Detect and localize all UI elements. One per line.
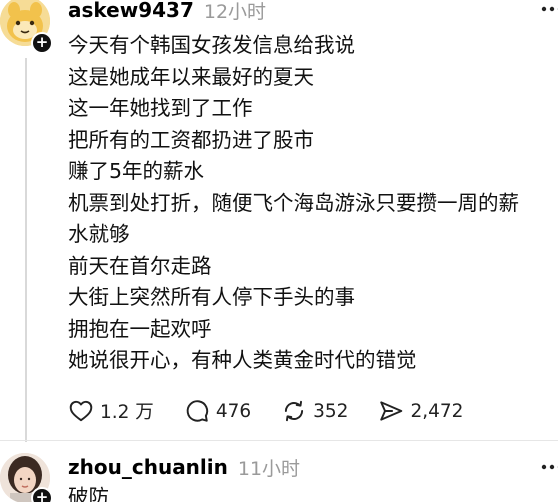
post-time: 11小时 <box>237 457 301 480</box>
share-count: 2,472 <box>410 400 464 422</box>
repost-count: 352 <box>313 400 349 422</box>
username[interactable]: zhou_chuanlin <box>68 455 228 479</box>
post-text-line: 水就够 <box>68 222 130 246</box>
username[interactable]: askew9437 <box>68 0 194 22</box>
post-text-line: 前天在首尔走路 <box>68 253 212 278</box>
post-text-line: 把所有的工资都扔进了股市 <box>68 127 314 152</box>
post-header: zhou_chuanlin 11小时 <box>68 454 300 480</box>
follow-plus-icon[interactable]: + <box>31 487 53 502</box>
reply-button[interactable]: 476 <box>184 398 251 424</box>
post-time: 12小时 <box>203 0 267 23</box>
post-text-line: 她说很开心，有种人类黄金时代的错觉 <box>68 348 417 372</box>
repost-button[interactable]: 352 <box>281 398 348 424</box>
send-arrow-icon <box>380 401 403 421</box>
post-header: askew9437 12小时 <box>68 0 266 23</box>
post-text-line: 这一年她找到了工作 <box>68 96 253 120</box>
like-count: 1.2 万 <box>100 402 154 423</box>
post-actions: 1.2 万 476 352 2,472 <box>68 396 493 426</box>
post-text-line: 今天有个韩国女孩发信息给我说 <box>68 33 355 57</box>
post-text-line: 机票到处打折，随便飞个海岛游泳只要攒一周的薪 <box>68 190 519 215</box>
post-text-line: 大街上突然所有人停下手头的事 <box>68 285 355 309</box>
post-text-line: 拥抱在一起欢呼 <box>68 316 212 341</box>
post-divider <box>0 440 558 441</box>
follow-plus-icon[interactable]: + <box>31 32 53 54</box>
share-button[interactable]: 2,472 <box>378 398 463 424</box>
post-text: 破防 <box>68 485 109 502</box>
comment-bubble-icon <box>186 400 208 422</box>
more-dots-icon[interactable] <box>540 4 558 14</box>
post-text-line: 赚了5年的薪水 <box>68 159 205 183</box>
reply-count: 476 <box>215 400 252 422</box>
more-dots-icon[interactable] <box>540 462 558 472</box>
repost-arrows-icon <box>285 400 304 422</box>
heart-icon <box>69 400 93 422</box>
like-button[interactable]: 1.2 万 <box>68 398 154 424</box>
thread-connector-line <box>25 58 27 442</box>
thread-feed: + askew9437 12小时 今天有个韩国女孩发信息给我说 这是她成年以来最… <box>0 0 558 502</box>
post-text-line: 这是她成年以来最好的夏天 <box>68 64 314 89</box>
post-text: 今天有个韩国女孩发信息给我说 这是她成年以来最好的夏天 这一年她找到了工作 把所… <box>68 30 558 377</box>
